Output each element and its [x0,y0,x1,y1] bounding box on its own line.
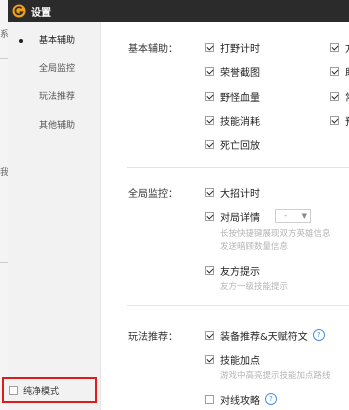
checkbox[interactable] [205,42,214,52]
checkbox[interactable] [330,91,339,101]
background-divider [0,262,8,263]
help-icon[interactable]: ? [312,329,325,341]
checkbox[interactable] [205,115,214,125]
option-label: 大招计时 [220,188,260,200]
option-label: 对局详情 [220,212,260,224]
checkbox[interactable] [205,394,214,404]
ally-tips-hint: 友方一级技能提示 [220,282,289,292]
option-label: 常 [345,89,349,104]
title-bar: 设置 [8,0,349,22]
checkbox[interactable] [205,265,214,275]
option-match-details[interactable]: 对局详情 [205,209,260,224]
skill-points-hint: 游戏中高亮提示技能加点路线 [220,371,331,381]
section-label-play: 玩法推荐： [128,332,178,343]
dropdown-value: - [284,211,288,221]
option-label: 预 [345,113,349,128]
sidebar-item-label: 玩法推荐 [39,92,76,102]
match-details-hint-2: 发送暗顾数量信息 [220,242,289,252]
app-logo-icon [12,4,26,18]
option-label: 对线攻略 [220,395,260,407]
option-monster-hp[interactable]: 野怪血量 [205,89,260,104]
option-label: 友方提示 [220,266,260,278]
match-details-hint-1: 长按快捷键展现双方英雄信息 [220,229,331,239]
option-ally-tips[interactable]: 友方提示 [205,263,260,278]
option-lane-guide[interactable]: 对线攻略 ? [205,392,277,407]
chevron-down-icon: ▼ [301,212,307,220]
option-label: 野怪血量 [220,92,260,104]
window-title: 设置 [31,7,51,19]
sidebar-item-label: 基本辅助 [39,36,76,46]
match-details-dropdown[interactable]: - ▼ [275,209,311,223]
checkbox[interactable] [205,211,214,221]
option-equip-runes[interactable]: 装备推荐&天赋符文 ? [205,328,325,343]
option-jungle-timer[interactable]: 打野计时 [205,40,260,55]
sidebar-item-label: 全局监控 [39,64,76,74]
settings-content: 基本辅助： 打野计时 荣誉截图 野怪血量 技能消耗 死亡回放 方 助 常 预 全… [101,22,349,410]
option-label: 技能加点 [220,355,260,367]
active-indicator-icon [19,39,23,43]
checkbox[interactable] [330,42,339,52]
sidebar-item-monitor[interactable]: 全局监控 [8,59,100,79]
option-label: 打野计时 [220,43,260,55]
option-cut-off-2[interactable]: 助 [330,64,349,79]
pure-mode-label: 纯净模式 [23,386,60,397]
option-skill-points[interactable]: 技能加点 [205,352,260,367]
background-divider [0,58,8,59]
help-icon[interactable]: ? [265,393,277,405]
checkbox[interactable] [330,115,339,125]
option-honor-screenshot[interactable]: 荣誉截图 [205,64,260,79]
sidebar-item-label: 其他辅助 [39,121,76,131]
option-cut-off-4[interactable]: 预 [330,113,349,128]
checkbox[interactable] [330,66,339,76]
background-text-fragment: 我 [0,168,8,178]
checkbox[interactable] [205,91,214,101]
checkbox[interactable] [205,354,214,364]
option-label: 技能消耗 [220,116,260,128]
option-cut-off-3[interactable]: 常 [330,89,349,104]
sidebar-item-other[interactable]: 其他辅助 [8,116,100,136]
checkbox[interactable] [205,330,214,340]
sidebar: 基本辅助 全局监控 玩法推荐 其他辅助 [8,22,101,410]
checkbox[interactable] [205,139,214,149]
option-death-replay[interactable]: 死亡回放 [205,137,260,152]
sidebar-item-play[interactable]: 玩法推荐 [8,87,100,107]
sidebar-item-basic[interactable]: 基本辅助 [8,31,100,51]
background-text-fragment: 系 [0,30,8,40]
section-label-monitor: 全局监控： [128,189,178,200]
checkbox[interactable] [205,187,214,197]
option-label: 助 [345,64,349,79]
option-skill-cost[interactable]: 技能消耗 [205,113,260,128]
pure-mode-checkbox[interactable] [9,385,18,395]
pure-mode-toggle[interactable]: 纯净模式 [2,377,97,403]
option-cut-off-1[interactable]: 方 [330,40,349,55]
option-label: 装备推荐&天赋符文 [220,331,308,343]
section-divider [127,305,349,306]
option-label: 荣誉截图 [220,67,260,79]
option-ult-timer[interactable]: 大招计时 [205,185,260,200]
option-label: 死亡回放 [220,140,260,152]
option-label: 方 [345,40,349,55]
section-divider [127,167,349,168]
section-label-basic: 基本辅助： [128,44,178,55]
checkbox[interactable] [205,66,214,76]
